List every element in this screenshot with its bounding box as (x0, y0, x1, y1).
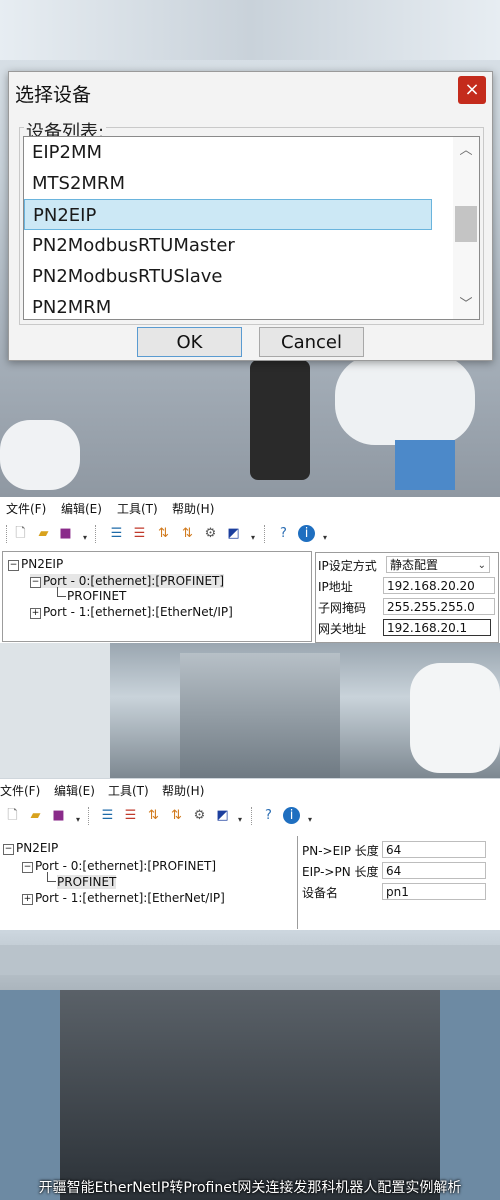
menu-edit[interactable]: 编辑(E) (61, 500, 102, 517)
prop-row-device-name: 设备名 pn1 (300, 882, 498, 902)
menu-tools[interactable]: 工具(T) (108, 782, 149, 799)
tree-node-profinet[interactable]: PROFINET (67, 589, 126, 603)
menu-tools[interactable]: 工具(T) (117, 500, 158, 517)
new-file-icon[interactable]: 🗋 (4, 807, 21, 824)
caption-watermark: 开疆智能EtherNetIP转Profinet网关连接发那科机器人配置实例解析 (38, 1180, 462, 1196)
delete-device-icon[interactable]: ☰ (131, 525, 148, 542)
prop-row-ip-address: IP地址 192.168.20.20 (316, 576, 498, 596)
help-icon[interactable]: ? (275, 525, 292, 542)
tree-node-port0[interactable]: − Port - 0:[ethernet]:[PROFINET] (22, 859, 216, 873)
subnet-mask-field[interactable]: 255.255.255.0 (383, 598, 495, 615)
device-tree: − PN2EIP − Port - 0:[ethernet]:[PROFINET] … (0, 836, 298, 929)
ip-mode-select[interactable]: 静态配置 ⌄ (386, 556, 490, 573)
close-icon: × (464, 79, 480, 100)
pn-eip-length-field[interactable]: 64 (382, 841, 486, 858)
list-item-eip2mm[interactable]: EIP2MM (24, 137, 432, 168)
menu-file[interactable]: 文件(F) (6, 500, 46, 517)
menu-help[interactable]: 帮助(H) (162, 782, 204, 799)
device-tree: − PN2EIP − Port - 0:[ethernet]:[PROFINET] … (2, 551, 312, 642)
prop-row-ip-mode: IP设定方式 静态配置 ⌄ (316, 555, 498, 575)
dialog-title: 选择设备 (15, 84, 92, 106)
open-folder-icon[interactable]: ▰ (27, 807, 44, 824)
menu-file[interactable]: 文件(F) (0, 782, 40, 799)
list-item-mts2mrm[interactable]: MTS2MRM (24, 168, 432, 199)
tree-node-root[interactable]: − PN2EIP (8, 557, 63, 571)
cancel-button[interactable]: Cancel (259, 327, 364, 357)
scroll-down-icon[interactable]: ﹀ (453, 293, 479, 317)
settings-gear-icon[interactable]: ⚙ (202, 525, 219, 542)
scrollbar-thumb[interactable] (455, 206, 477, 242)
save-icon[interactable]: ■ (57, 525, 74, 542)
upload-icon[interactable]: ⇅ (145, 807, 162, 824)
production-line-photo (0, 643, 500, 778)
prop-row-pn-eip-length: PN->EIP 长度 64 (300, 840, 498, 860)
config-window-length: 文件(F) 编辑(E) 工具(T) 帮助(H) 🗋 ▰ ■ ▾ ☰ ☰ ⇅ ⇅ … (0, 779, 500, 930)
settings-gear-icon[interactable]: ⚙ (191, 807, 208, 824)
save-icon[interactable]: ■ (50, 807, 67, 824)
list-item-pn2mrm[interactable]: PN2MRM (24, 292, 432, 319)
toolbar: 🗋 ▰ ■ ▾ ☰ ☰ ⇅ ⇅ ⚙ ◩ ▾ ? i ▾ (0, 803, 500, 829)
tree-node-profinet-selected[interactable]: PROFINET (57, 875, 117, 889)
list-item-pn2modbusrtuslave[interactable]: PN2ModbusRTUSlave (24, 261, 432, 292)
open-folder-icon[interactable]: ▰ (35, 525, 52, 542)
config-icon[interactable]: ◩ (225, 525, 242, 542)
tree-node-port1[interactable]: + Port - 1:[ethernet]:[EtherNet/IP] (22, 891, 225, 905)
toolbar: 🗋 ▰ ■ ▾ ☰ ☰ ⇅ ⇅ ⚙ ◩ ▾ ? i ▾ (0, 521, 500, 547)
menu-help[interactable]: 帮助(H) (172, 500, 214, 517)
ok-button[interactable]: OK (137, 327, 242, 357)
config-icon[interactable]: ◩ (214, 807, 231, 824)
tree-node-port0[interactable]: − Port - 0:[ethernet]:[PROFINET] (30, 574, 225, 588)
info-icon[interactable]: i (283, 807, 300, 824)
tree-node-root[interactable]: − PN2EIP (3, 841, 58, 855)
ip-properties-grid: IP设定方式 静态配置 ⌄ IP地址 192.168.20.20 子网掩码 255… (315, 552, 499, 643)
info-icon[interactable]: i (298, 525, 315, 542)
delete-device-icon[interactable]: ☰ (122, 807, 139, 824)
prop-row-subnet: 子网掩码 255.255.255.0 (316, 597, 498, 617)
download-icon[interactable]: ⇅ (168, 807, 185, 824)
new-file-icon[interactable]: 🗋 (12, 525, 29, 542)
list-scrollbar[interactable]: ︿ ﹀ (453, 137, 479, 319)
menu-bar: 文件(F) 编辑(E) 工具(T) 帮助(H) (0, 779, 500, 801)
prop-row-eip-pn-length: EIP->PN 长度 64 (300, 861, 498, 881)
gateway-field[interactable]: 192.168.20.1 (383, 619, 491, 636)
menu-bar: 文件(F) 编辑(E) 工具(T) 帮助(H) (0, 497, 500, 519)
close-button[interactable]: × (458, 76, 486, 104)
tree-node-port1[interactable]: + Port - 1:[ethernet]:[EtherNet/IP] (30, 605, 233, 619)
scroll-up-icon[interactable]: ︿ (453, 139, 479, 163)
device-name-field[interactable]: pn1 (382, 883, 486, 900)
conveyor-belt-photo (0, 930, 500, 1200)
chevron-down-icon: ⌄ (477, 560, 486, 571)
add-device-icon[interactable]: ☰ (108, 525, 125, 542)
select-device-dialog: 选择设备 × 设备列表: EIP2MM MTS2MRM PN2EIP PN2Mo… (8, 71, 493, 361)
prop-row-gateway: 网关地址 192.168.20.1 (316, 618, 498, 638)
list-item-pn2modbusrtumaster[interactable]: PN2ModbusRTUMaster (24, 230, 432, 261)
help-icon[interactable]: ? (260, 807, 277, 824)
upload-icon[interactable]: ⇅ (155, 525, 172, 542)
ip-address-field[interactable]: 192.168.20.20 (383, 577, 495, 594)
length-properties-grid: PN->EIP 长度 64 EIP->PN 长度 64 设备名 pn1 (300, 838, 498, 903)
add-device-icon[interactable]: ☰ (99, 807, 116, 824)
download-icon[interactable]: ⇅ (179, 525, 196, 542)
eip-pn-length-field[interactable]: 64 (382, 862, 486, 879)
config-window-ip: 文件(F) 编辑(E) 工具(T) 帮助(H) 🗋 ▰ ■ ▾ ☰ ☰ ⇅ ⇅ … (0, 497, 500, 643)
list-item-pn2eip-selected[interactable]: PN2EIP (24, 199, 432, 230)
menu-edit[interactable]: 编辑(E) (54, 782, 95, 799)
device-listbox[interactable]: EIP2MM MTS2MRM PN2EIP PN2ModbusRTUMaster… (23, 136, 480, 320)
